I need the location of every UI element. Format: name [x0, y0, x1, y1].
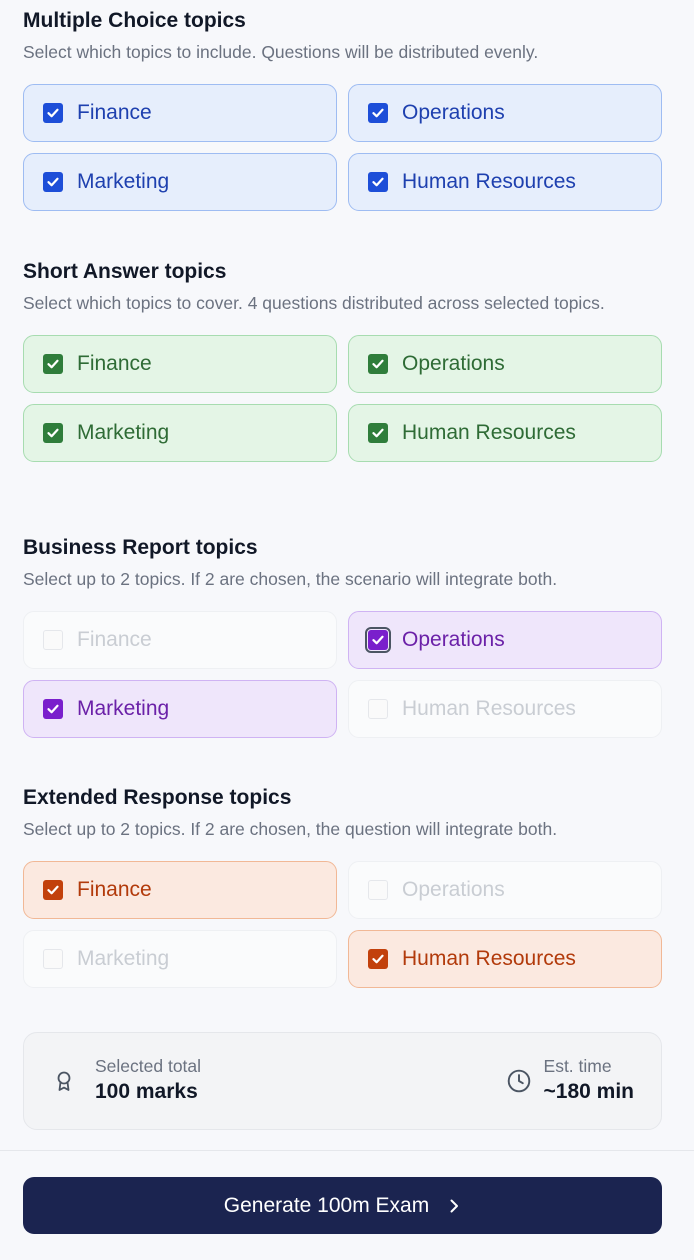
topic-option-marketing[interactable]: Marketing — [23, 153, 337, 211]
topic-label: Operations — [402, 101, 505, 124]
topic-option-finance[interactable]: Finance — [23, 335, 337, 393]
topic-option-operations[interactable]: Operations — [348, 335, 662, 393]
topic-label: Human Resources — [402, 947, 576, 970]
checkbox-unchecked-icon[interactable] — [368, 699, 388, 719]
topic-option-finance[interactable]: Finance — [23, 84, 337, 142]
chevron-right-icon — [447, 1198, 461, 1214]
checkbox-checked-icon[interactable] — [365, 627, 391, 653]
checkbox-checked-icon[interactable] — [43, 423, 63, 443]
checkbox-unchecked-icon[interactable] — [43, 949, 63, 969]
section-description: Select up to 2 topics. If 2 are chosen, … — [23, 569, 558, 589]
checkbox-unchecked-icon[interactable] — [368, 880, 388, 900]
checkbox-checked-icon[interactable] — [368, 172, 388, 192]
checkbox-checked-icon[interactable] — [368, 423, 388, 443]
topic-label: Marketing — [77, 421, 170, 444]
topic-option-operations[interactable]: Operations — [348, 861, 662, 919]
topic-label: Human Resources — [402, 697, 576, 720]
section-title: Short Answer topics — [23, 260, 227, 283]
topic-option-human-resources[interactable]: Human Resources — [348, 930, 662, 988]
topic-option-human-resources[interactable]: Human Resources — [348, 404, 662, 462]
total-marks-summary: Selected total 100 marks — [51, 1055, 201, 1107]
total-value: 100 marks — [95, 1080, 198, 1103]
business-report-section: Business Report topics Select up to 2 to… — [23, 535, 662, 738]
topic-option-finance[interactable]: Finance — [23, 611, 337, 669]
checkbox-checked-icon[interactable] — [43, 103, 63, 123]
section-description: Select up to 2 topics. If 2 are chosen, … — [23, 819, 558, 839]
time-label: Est. time — [543, 1056, 612, 1076]
topic-grid: Finance Operations Marketing Human Resou… — [23, 335, 662, 462]
topic-label: Human Resources — [402, 421, 576, 444]
topic-grid: Finance Operations Marketing Human Resou… — [23, 84, 662, 211]
checkbox-checked-icon[interactable] — [43, 354, 63, 374]
topic-label: Finance — [77, 101, 152, 124]
clock-icon — [506, 1068, 532, 1094]
topic-label: Finance — [77, 878, 152, 901]
section-description: Select which topics to cover. 4 question… — [23, 293, 605, 313]
short-answer-section: Short Answer topics Select which topics … — [23, 259, 662, 462]
topic-option-human-resources[interactable]: Human Resources — [348, 680, 662, 738]
topic-label: Human Resources — [402, 170, 576, 193]
extended-response-section: Extended Response topics Select up to 2 … — [23, 785, 662, 988]
section-title: Extended Response topics — [23, 786, 292, 809]
topic-option-finance[interactable]: Finance — [23, 861, 337, 919]
topic-option-marketing[interactable]: Marketing — [23, 930, 337, 988]
section-title: Multiple Choice topics — [23, 9, 246, 32]
topic-label: Marketing — [77, 947, 170, 970]
topic-label: Operations — [402, 352, 505, 375]
checkbox-checked-icon[interactable] — [43, 880, 63, 900]
generate-button-label: Generate 100m Exam — [223, 1193, 430, 1217]
award-icon — [51, 1068, 77, 1094]
total-label: Selected total — [95, 1056, 202, 1076]
topic-option-operations[interactable]: Operations — [348, 84, 662, 142]
multiple-choice-section: Multiple Choice topics Select which topi… — [23, 8, 662, 211]
topic-option-operations[interactable]: Operations — [348, 611, 662, 669]
topic-label: Operations — [402, 878, 505, 901]
checkbox-checked-icon[interactable] — [368, 949, 388, 969]
topic-option-human-resources[interactable]: Human Resources — [348, 153, 662, 211]
topic-grid: Finance Operations Marketing Human Resou… — [23, 611, 662, 738]
selection-summary-card: Selected total 100 marks Est. time ~180 … — [23, 1032, 662, 1130]
generate-exam-button[interactable]: Generate 100m Exam — [23, 1177, 662, 1234]
checkbox-unchecked-icon[interactable] — [43, 630, 63, 650]
section-description: Select which topics to include. Question… — [23, 42, 539, 62]
topic-label: Operations — [402, 628, 505, 651]
estimated-time-summary: Est. time ~180 min — [506, 1055, 634, 1107]
checkbox-checked-icon[interactable] — [43, 172, 63, 192]
topic-option-marketing[interactable]: Marketing — [23, 404, 337, 462]
checkbox-checked-icon[interactable] — [368, 103, 388, 123]
footer-divider — [0, 1150, 694, 1151]
time-value: ~180 min — [543, 1080, 634, 1103]
topic-grid: Finance Operations Marketing Human Resou… — [23, 861, 662, 988]
checkbox-checked-icon[interactable] — [368, 354, 388, 374]
topic-label: Finance — [77, 628, 152, 651]
topic-label: Marketing — [77, 697, 170, 720]
checkbox-checked-icon[interactable] — [43, 699, 63, 719]
section-title: Business Report topics — [23, 536, 258, 559]
topic-label: Finance — [77, 352, 152, 375]
topic-label: Marketing — [77, 170, 170, 193]
topic-option-marketing[interactable]: Marketing — [23, 680, 337, 738]
